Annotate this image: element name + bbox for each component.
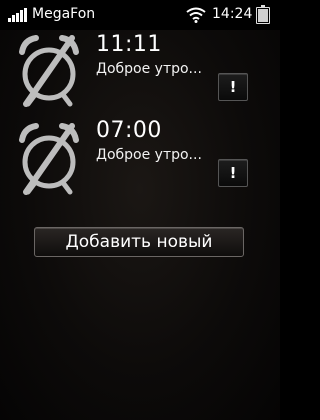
alarm-label: Доброе утро... (96, 147, 202, 163)
alarm-toggle-button[interactable]: ! (218, 73, 248, 101)
alarm-screen: MegaFon 14:24 11:11 Доброе утро... ! 07:… (0, 0, 280, 420)
add-new-alarm-button[interactable]: Добавить новый (34, 227, 244, 257)
carrier-name: MegaFon (32, 6, 96, 22)
status-bar: MegaFon 14:24 (0, 0, 280, 30)
alarm-label: Доброе утро... (96, 61, 202, 77)
alarm-clock-disabled-icon (19, 35, 79, 107)
alarm-item[interactable]: 07:00 Доброе утро... ! (0, 116, 280, 206)
wifi-icon (186, 7, 206, 23)
alarm-toggle-button[interactable]: ! (218, 159, 248, 187)
alarm-time: 11:11 (96, 32, 162, 57)
alarm-item[interactable]: 11:11 Доброе утро... ! (0, 30, 280, 120)
battery-icon (256, 5, 270, 24)
alarm-clock-disabled-icon (19, 123, 79, 195)
status-clock: 14:24 (212, 6, 253, 22)
alarm-time: 07:00 (96, 118, 162, 143)
signal-icon (8, 8, 27, 22)
